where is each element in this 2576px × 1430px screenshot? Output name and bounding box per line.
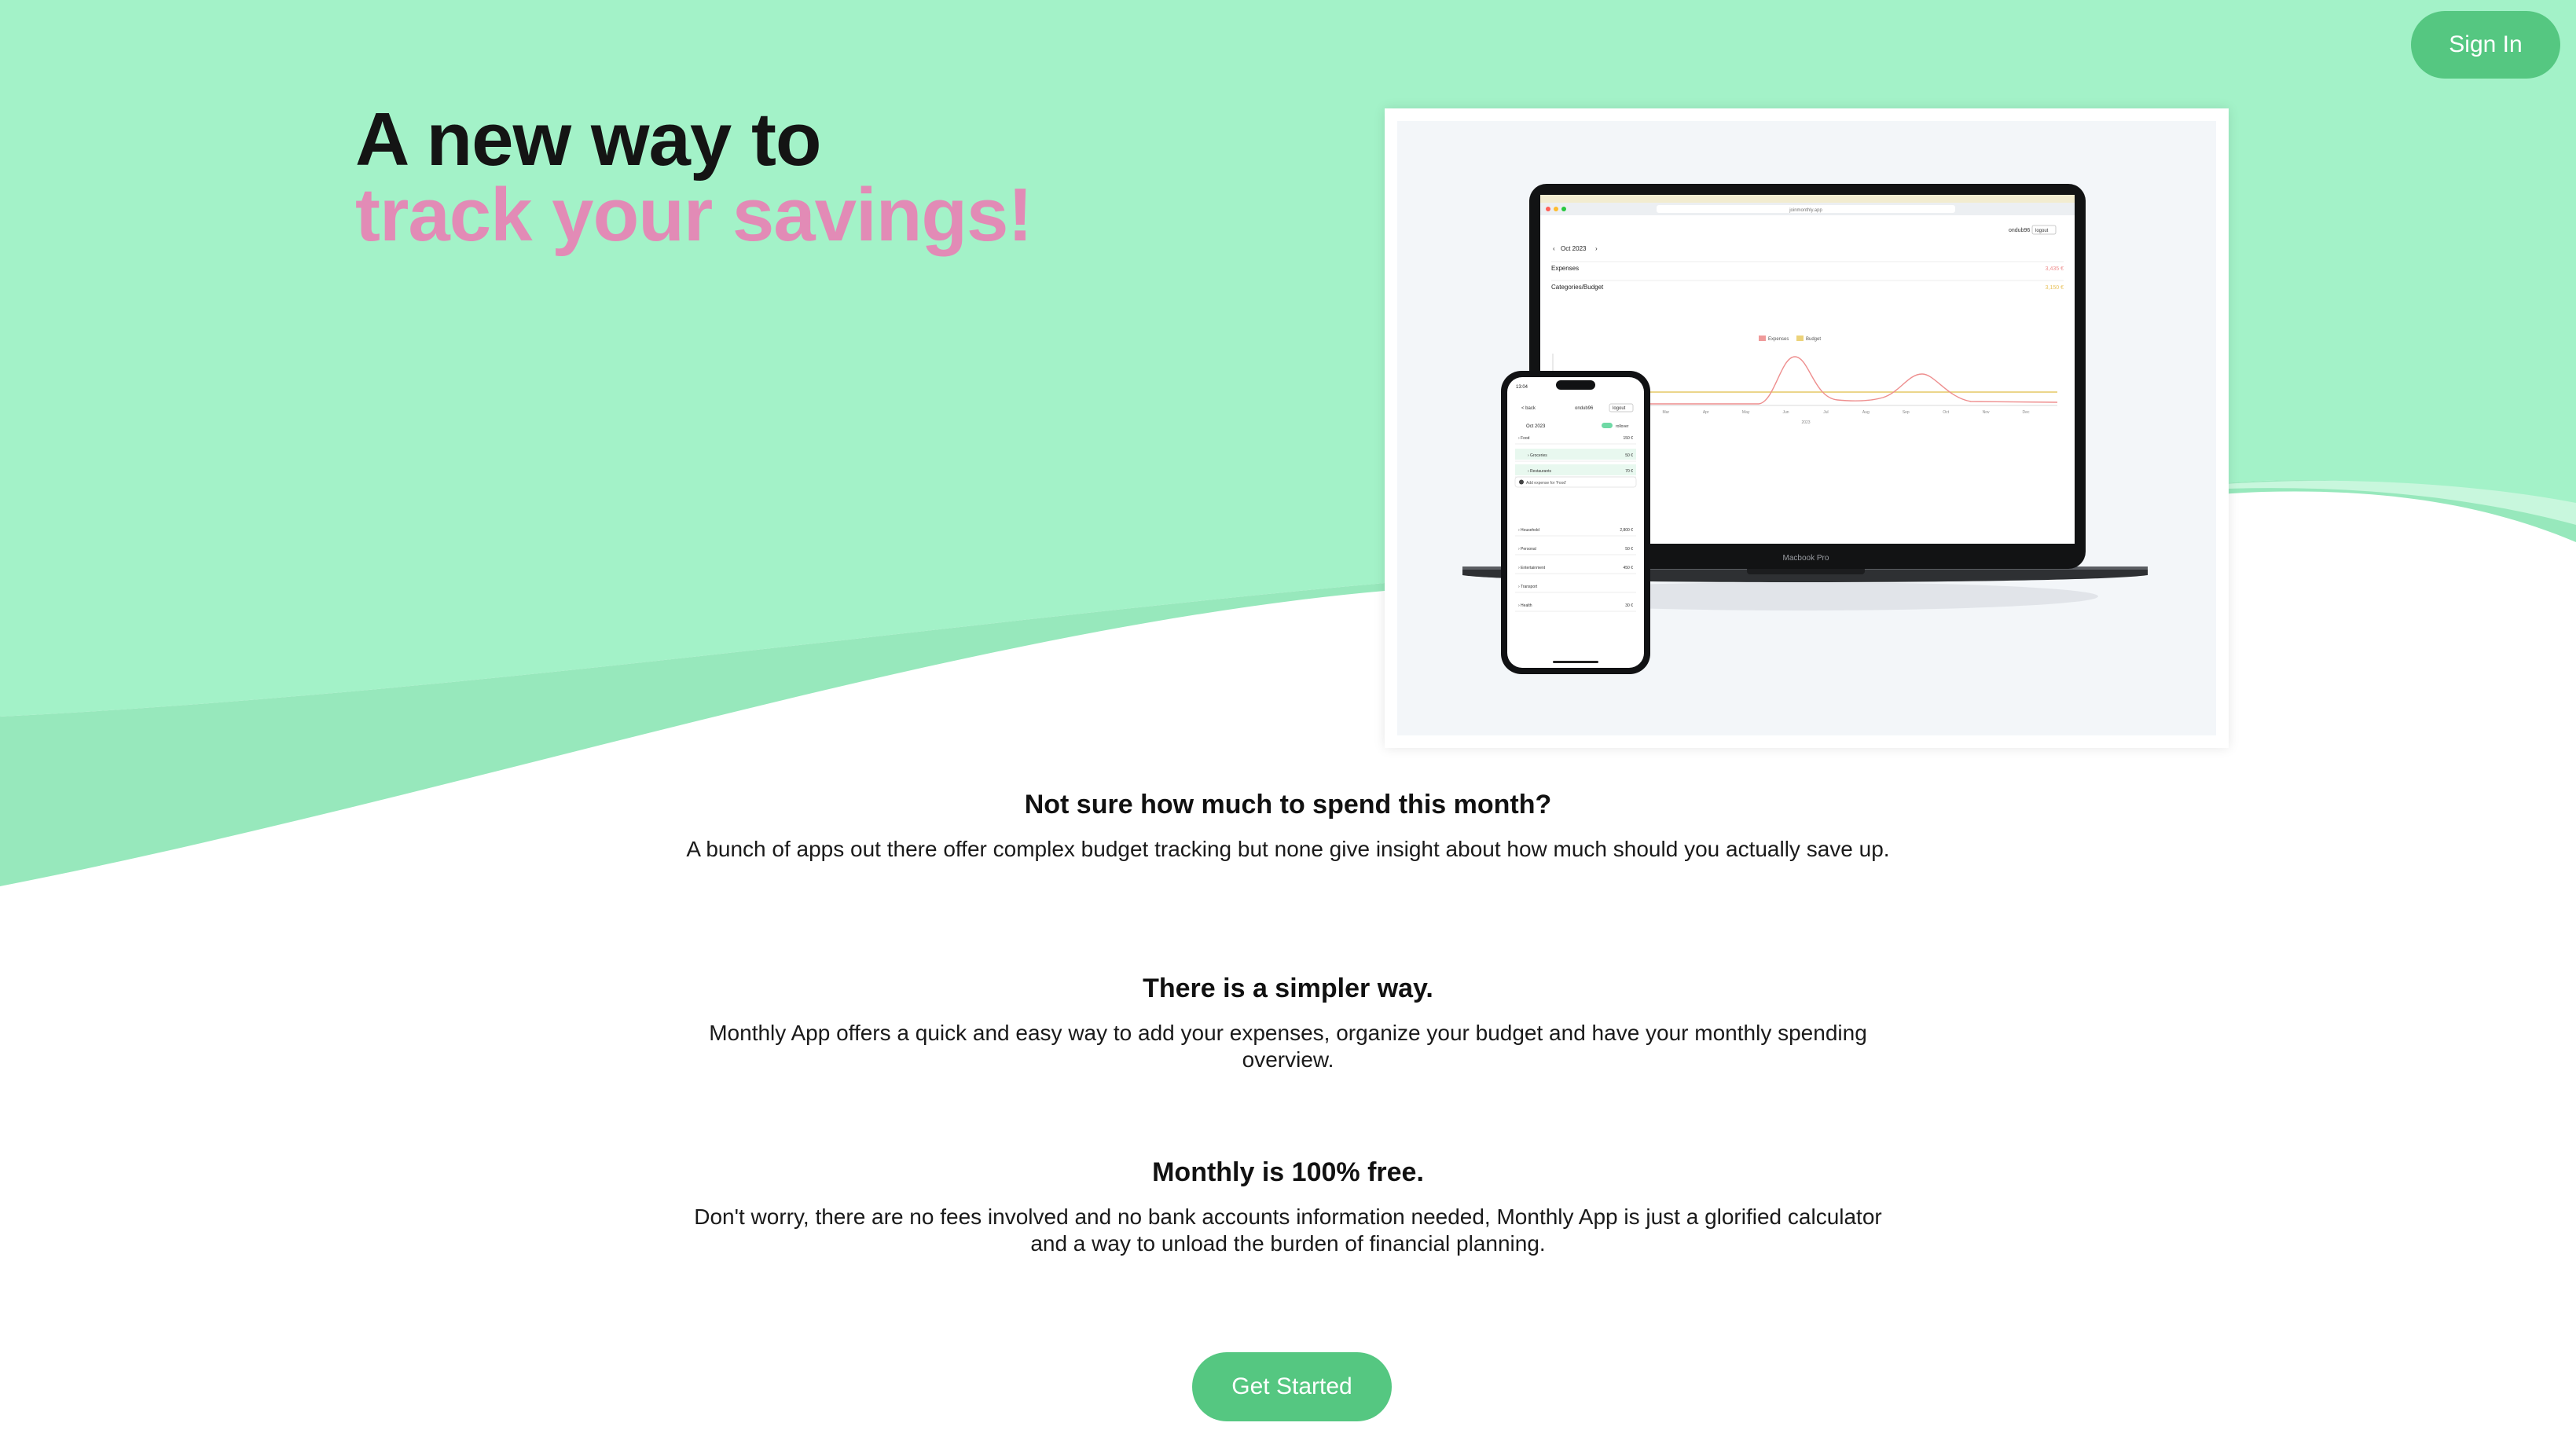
phone-month: Oct 2023 <box>1526 424 1546 429</box>
phone-category-value: 2,800 € <box>1620 528 1633 533</box>
phone-category-name: › Transport <box>1518 585 1538 589</box>
section-free-heading: Monthly is 100% free. <box>1152 1157 1424 1187</box>
hero-title-line2: track your savings! <box>355 173 1033 257</box>
laptop-month-tick: Apr <box>1703 410 1709 415</box>
laptop-month-tick: Jul <box>1823 410 1828 415</box>
phone-category-value: 150 € <box>1623 436 1633 441</box>
laptop-row-1-value: 3,435 € <box>2046 266 2064 272</box>
get-started-button[interactable]: Get Started <box>1192 1352 1392 1421</box>
phone-category-name: › Food <box>1518 436 1530 441</box>
phone-category-value: 70 € <box>1625 469 1633 474</box>
laptop-label: Macbook Pro <box>1783 554 1829 563</box>
laptop-month-tick: May <box>1742 410 1750 415</box>
laptop-month-tick: Dec <box>2023 410 2030 415</box>
phone-category-name: › Health <box>1518 603 1532 608</box>
laptop-row-2-label: Categories/Budget <box>1551 284 1604 291</box>
section-spend-body: A bunch of apps out there offer complex … <box>686 837 1890 861</box>
device-mockup: Macbook Pro joinmonthly.app ondub96 logo… <box>1462 184 2148 674</box>
phone-add-expense: Add expense for 'Food' <box>1526 481 1566 486</box>
laptop-month-tick: Jun <box>1783 410 1789 415</box>
svg-text:‹: ‹ <box>1553 245 1555 252</box>
phone-time: 13:04 <box>1516 385 1528 390</box>
phone-category-value: 50 € <box>1625 453 1633 458</box>
laptop-month: Oct 2023 <box>1561 245 1587 252</box>
hero-title: A new way to track your savings! <box>355 97 1033 257</box>
svg-text:›: › <box>1595 245 1598 252</box>
phone-category-name: › Groceries <box>1528 453 1547 458</box>
laptop-row-1-label: Expenses <box>1551 265 1579 272</box>
section-spend: Not sure how much to spend this month? A… <box>0 789 2576 863</box>
phone-category-name: › Personal <box>1518 547 1536 552</box>
phone-category-name: › Restaurants <box>1528 469 1552 474</box>
phone-category-name: › Household <box>1518 528 1539 533</box>
laptop-legend-expenses: Expenses <box>1768 337 1789 342</box>
laptop-url: joinmonthly.app <box>1789 208 1822 213</box>
phone-category-value: 30 € <box>1625 603 1633 608</box>
phone-category-name: › Entertainment <box>1518 566 1546 570</box>
phone-back: < back <box>1521 406 1536 411</box>
device-showcase: Macbook Pro joinmonthly.app ondub96 logo… <box>1385 108 2229 748</box>
laptop-logout: logout <box>2035 229 2049 233</box>
laptop-user: ondub96 <box>2009 228 2030 233</box>
laptop-row-2-value: 3,150 € <box>2046 285 2064 291</box>
phone-category-value: 50 € <box>1625 547 1633 552</box>
laptop-month-tick: Nov <box>1983 410 1990 415</box>
phone-user: ondub96 <box>1575 406 1594 411</box>
phone-screen <box>1507 377 1644 668</box>
section-free-body: Don't worry, there are no fees involved … <box>694 1204 1882 1256</box>
laptop-month-tick: Aug <box>1862 410 1870 415</box>
section-simpler: There is a simpler way. Monthly App offe… <box>0 973 2576 1073</box>
laptop-month-tick: Mar <box>1663 410 1670 415</box>
laptop-year: 2023 <box>1801 420 1810 425</box>
laptop-legend-budget: Budget <box>1806 337 1821 342</box>
laptop-month-tick: Sep <box>1903 410 1910 415</box>
phone-rollover: rollover <box>1616 424 1629 429</box>
phone-category-value: 450 € <box>1623 566 1633 570</box>
sign-in-button[interactable]: Sign In <box>2411 11 2560 79</box>
hero-title-line1: A new way to <box>355 97 822 182</box>
device-showcase-frame: Macbook Pro joinmonthly.app ondub96 logo… <box>1397 121 2216 735</box>
section-simpler-body: Monthly App offers a quick and easy way … <box>709 1021 1867 1072</box>
section-spend-heading: Not sure how much to spend this month? <box>1024 790 1552 820</box>
phone-logout: logout <box>1613 406 1626 411</box>
section-simpler-heading: There is a simpler way. <box>1143 974 1433 1003</box>
laptop-month-tick: Oct <box>1943 410 1949 415</box>
section-free: Monthly is 100% free. Don't worry, there… <box>0 1157 2576 1257</box>
